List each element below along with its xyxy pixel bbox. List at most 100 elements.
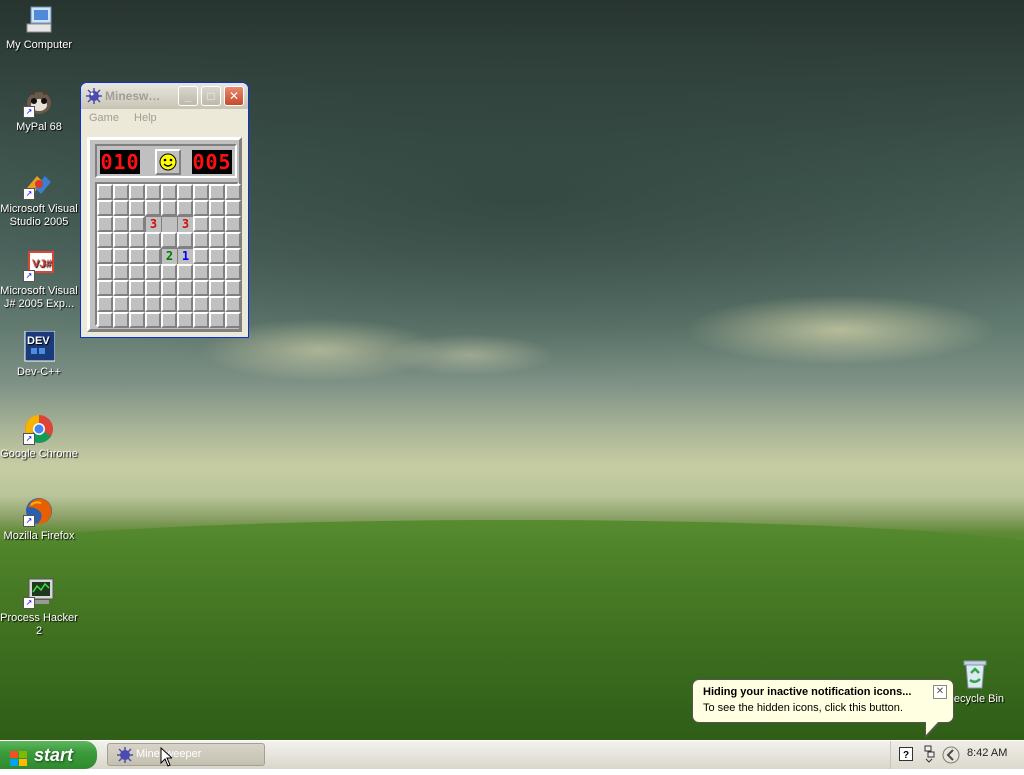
revealed-cell[interactable]: 3: [145, 216, 161, 232]
hidden-cell[interactable]: [145, 232, 161, 248]
hidden-cell[interactable]: [129, 280, 145, 296]
hidden-cell[interactable]: [97, 248, 113, 264]
hidden-cell[interactable]: [97, 200, 113, 216]
show-hidden-icons-button[interactable]: [941, 745, 961, 768]
hidden-cell[interactable]: [177, 200, 193, 216]
hidden-cell[interactable]: [145, 312, 161, 328]
hidden-cell[interactable]: [97, 264, 113, 280]
taskbar-item-minesweeper[interactable]: Minesweeper: [107, 743, 265, 766]
hidden-cell[interactable]: [145, 248, 161, 264]
hidden-cell[interactable]: [209, 200, 225, 216]
hidden-cell[interactable]: [97, 232, 113, 248]
mine-field[interactable]: 3321: [95, 182, 241, 328]
hidden-cell[interactable]: [209, 248, 225, 264]
hidden-cell[interactable]: [113, 280, 129, 296]
hidden-cell[interactable]: [113, 232, 129, 248]
hidden-cell[interactable]: [209, 264, 225, 280]
hidden-cell[interactable]: [225, 232, 241, 248]
hidden-cell[interactable]: [177, 296, 193, 312]
hidden-cell[interactable]: [225, 296, 241, 312]
hidden-cell[interactable]: [177, 184, 193, 200]
hidden-cell[interactable]: [209, 232, 225, 248]
hidden-cell[interactable]: [113, 216, 129, 232]
menu-game[interactable]: Game: [89, 112, 119, 124]
hidden-cell[interactable]: [113, 248, 129, 264]
hidden-cell[interactable]: [209, 280, 225, 296]
hidden-cell[interactable]: [209, 216, 225, 232]
hidden-cell[interactable]: [129, 216, 145, 232]
hidden-cell[interactable]: [97, 216, 113, 232]
network-icon[interactable]: [923, 745, 935, 766]
revealed-cell[interactable]: 2: [161, 248, 177, 264]
hidden-cell[interactable]: [161, 280, 177, 296]
clock[interactable]: 8:42 AM: [967, 747, 1007, 759]
hidden-cell[interactable]: [225, 200, 241, 216]
hidden-cell[interactable]: [209, 312, 225, 328]
hidden-cell[interactable]: [113, 264, 129, 280]
menu-help[interactable]: Help: [134, 112, 157, 124]
hidden-cell[interactable]: [177, 264, 193, 280]
hidden-cell[interactable]: [225, 312, 241, 328]
hidden-cell[interactable]: [161, 296, 177, 312]
hidden-cell[interactable]: [225, 216, 241, 232]
smiley-button[interactable]: [155, 149, 181, 175]
title-bar[interactable]: Minesw… _ □ ✕: [81, 83, 248, 109]
desktop-icon-chrome[interactable]: ↗ Google Chrome: [0, 413, 78, 461]
desktop-icon-process-hacker[interactable]: ↗ Process Hacker 2: [0, 577, 78, 638]
desktop-icon-mypal[interactable]: ↗ MyPal 68: [0, 86, 78, 134]
hidden-cell[interactable]: [113, 312, 129, 328]
hidden-cell[interactable]: [129, 232, 145, 248]
maximize-button[interactable]: □: [201, 86, 221, 106]
hidden-cell[interactable]: [145, 280, 161, 296]
balloon-close-icon[interactable]: ✕: [933, 685, 947, 699]
desktop-icon-dev-cpp[interactable]: DEV Dev-C++: [0, 330, 78, 379]
revealed-cell[interactable]: 1: [177, 248, 193, 264]
hidden-cell[interactable]: [193, 264, 209, 280]
hidden-cell[interactable]: [193, 200, 209, 216]
hidden-cell[interactable]: [193, 296, 209, 312]
hidden-cell[interactable]: [97, 296, 113, 312]
desktop-icon-visual-studio[interactable]: ↗ Microsoft Visual Studio 2005: [0, 168, 78, 229]
hidden-cell[interactable]: [97, 184, 113, 200]
hidden-cell[interactable]: [225, 264, 241, 280]
minimize-button[interactable]: _: [178, 86, 198, 106]
hidden-cell[interactable]: [129, 184, 145, 200]
hidden-cell[interactable]: [193, 184, 209, 200]
hidden-cell[interactable]: [225, 248, 241, 264]
hidden-cell[interactable]: [193, 248, 209, 264]
minesweeper-window[interactable]: Minesw… _ □ ✕ Game Help 010 005 3321: [80, 82, 249, 338]
hidden-cell[interactable]: [161, 184, 177, 200]
hidden-cell[interactable]: [97, 312, 113, 328]
hidden-cell[interactable]: [177, 280, 193, 296]
hidden-cell[interactable]: [129, 296, 145, 312]
hidden-cell[interactable]: [97, 280, 113, 296]
revealed-cell[interactable]: 3: [177, 216, 193, 232]
hidden-cell[interactable]: [129, 264, 145, 280]
desktop-icon-my-computer[interactable]: My Computer: [0, 4, 78, 52]
desktop-icon-firefox[interactable]: ↗ Mozilla Firefox: [0, 495, 78, 543]
hidden-cell[interactable]: [129, 200, 145, 216]
hidden-cell[interactable]: [209, 184, 225, 200]
start-button[interactable]: start: [0, 741, 97, 769]
desktop-icon-visual-jsharp[interactable]: VJ# ↗ Microsoft Visual J# 2005 Exp...: [0, 250, 78, 311]
hidden-cell[interactable]: [113, 200, 129, 216]
hidden-cell[interactable]: [113, 184, 129, 200]
hidden-cell[interactable]: [145, 184, 161, 200]
hidden-cell[interactable]: [161, 312, 177, 328]
hidden-cell[interactable]: [225, 184, 241, 200]
hidden-cell[interactable]: [193, 312, 209, 328]
revealed-cell[interactable]: [161, 216, 177, 232]
hidden-cell[interactable]: [145, 200, 161, 216]
hidden-cell[interactable]: [193, 216, 209, 232]
hidden-cell[interactable]: [129, 248, 145, 264]
hidden-cell[interactable]: [161, 200, 177, 216]
hidden-cell[interactable]: [193, 280, 209, 296]
hidden-cell[interactable]: [113, 296, 129, 312]
hidden-cell[interactable]: [161, 232, 177, 248]
close-button[interactable]: ✕: [224, 86, 244, 106]
hidden-cell[interactable]: [225, 280, 241, 296]
help-icon[interactable]: ?: [899, 747, 913, 764]
hidden-cell[interactable]: [145, 264, 161, 280]
hidden-cell[interactable]: [129, 312, 145, 328]
hidden-cell[interactable]: [161, 264, 177, 280]
